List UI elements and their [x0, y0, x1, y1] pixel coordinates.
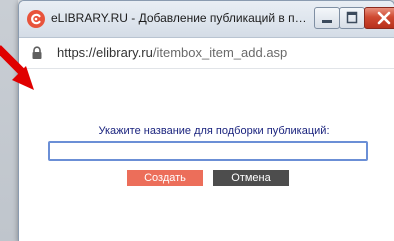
- address-bar[interactable]: https://elibrary.ru/itembox_item_add.asp: [19, 38, 394, 69]
- url-scheme: https://: [57, 45, 97, 60]
- maximize-icon: [346, 11, 358, 24]
- url-host: elibrary.ru: [96, 45, 153, 60]
- close-button[interactable]: [364, 7, 394, 29]
- red-arrow-icon: [0, 45, 34, 90]
- create-button[interactable]: Создать: [127, 170, 203, 186]
- backdrop-edge: [0, 0, 18, 241]
- url-path: /itembox_item_add.asp: [152, 45, 288, 60]
- elibrary-logo-icon: [27, 10, 45, 28]
- url-text[interactable]: https://elibrary.ru/itembox_item_add.asp: [57, 45, 287, 60]
- title-bar: eLIBRARY.RU - Добавление публикаций в пе…: [19, 1, 394, 38]
- popup-window: eLIBRARY.RU - Добавление публикаций в пе…: [18, 0, 394, 241]
- collection-name-prompt: Укажите название для подборки публикаций…: [98, 125, 330, 137]
- close-icon: [377, 11, 391, 25]
- window-title: eLIBRARY.RU - Добавление публикаций в пе…: [51, 11, 309, 25]
- maximize-button[interactable]: [339, 7, 365, 29]
- cancel-button[interactable]: Отмена: [213, 170, 289, 186]
- minimize-icon: [322, 20, 332, 23]
- dialog-content: Укажите название для подборки публикаций…: [19, 69, 394, 241]
- collection-name-input[interactable]: [48, 141, 368, 161]
- minimize-button[interactable]: [314, 7, 340, 29]
